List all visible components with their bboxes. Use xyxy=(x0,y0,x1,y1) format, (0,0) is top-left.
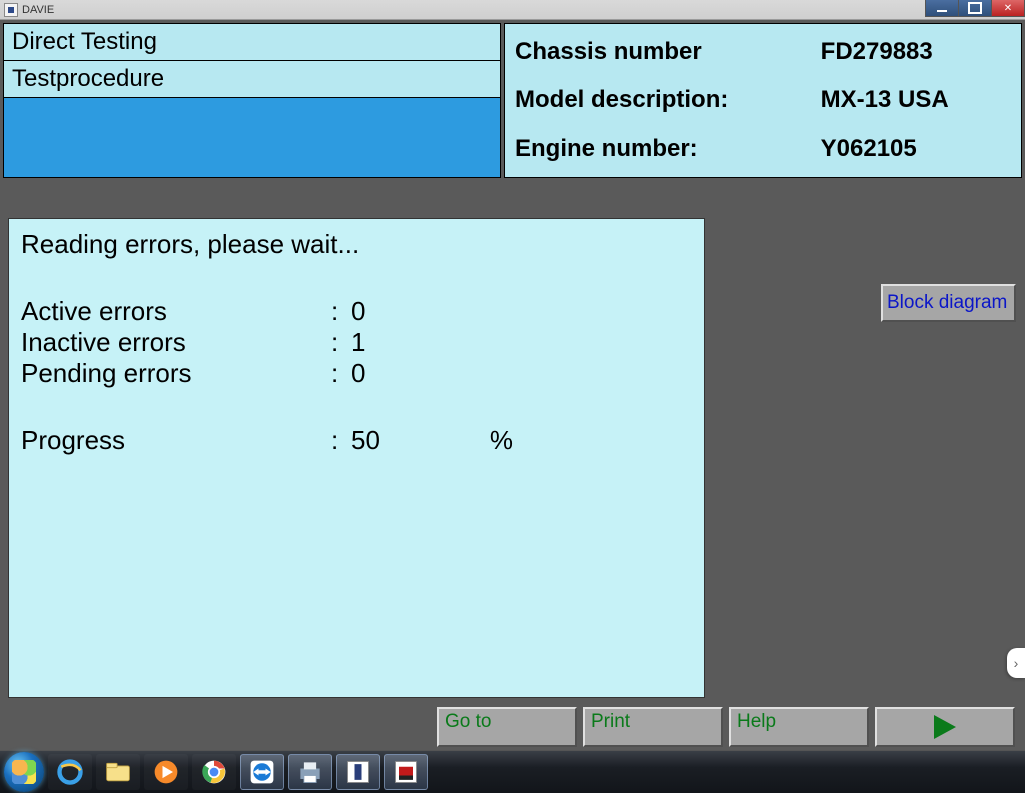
vehicle-info-panel: Chassis number FD279883 Model descriptio… xyxy=(504,23,1022,178)
block-diagram-button[interactable]: Block diagram xyxy=(881,284,1016,322)
window-maximize-button[interactable] xyxy=(958,0,992,17)
window-close-button[interactable] xyxy=(991,0,1025,17)
pending-errors-label: Pending errors xyxy=(21,358,331,389)
print-button[interactable]: Print xyxy=(583,707,723,747)
model-value: MX-13 USA xyxy=(821,86,1011,114)
start-button[interactable] xyxy=(4,752,44,792)
taskbar xyxy=(0,750,1025,793)
breadcrumb-current xyxy=(4,98,500,177)
window-title: DAVIE xyxy=(22,4,54,16)
active-errors-label: Active errors xyxy=(21,296,331,327)
progress-value: 50 xyxy=(351,425,380,456)
chevron-right-icon: › xyxy=(1014,655,1019,671)
app-icon xyxy=(4,3,18,17)
play-icon xyxy=(934,715,956,739)
window-minimize-button[interactable] xyxy=(925,0,959,17)
window-titlebar: DAVIE xyxy=(0,0,1025,20)
taskbar-explorer-icon[interactable] xyxy=(96,754,140,790)
breadcrumb-level-2: Testprocedure xyxy=(4,61,500,98)
taskbar-printer-icon[interactable] xyxy=(288,754,332,790)
taskbar-chrome-icon[interactable] xyxy=(192,754,236,790)
status-message: Reading errors, please wait... xyxy=(21,229,692,260)
breadcrumb-panel: Direct Testing Testprocedure xyxy=(3,23,501,178)
taskbar-truck-icon[interactable] xyxy=(384,754,428,790)
help-button[interactable]: Help xyxy=(729,707,869,747)
taskbar-media-player-icon[interactable] xyxy=(144,754,188,790)
status-panel: Reading errors, please wait... Active er… xyxy=(8,218,705,698)
expand-tab[interactable]: › xyxy=(1007,648,1025,678)
chassis-value: FD279883 xyxy=(821,38,1011,66)
goto-button[interactable]: Go to xyxy=(437,707,577,747)
engine-label: Engine number: xyxy=(515,135,791,163)
progress-label: Progress xyxy=(21,425,331,456)
inactive-errors-label: Inactive errors xyxy=(21,327,331,358)
chassis-label: Chassis number xyxy=(515,38,791,66)
active-errors-value: 0 xyxy=(351,296,365,327)
taskbar-davie-icon[interactable] xyxy=(336,754,380,790)
taskbar-ie-icon[interactable] xyxy=(48,754,92,790)
action-bar: Go to Print Help xyxy=(0,707,1025,750)
inactive-errors-value: 1 xyxy=(351,327,365,358)
pending-errors-value: 0 xyxy=(351,358,365,389)
continue-button[interactable] xyxy=(875,707,1015,747)
breadcrumb-level-1: Direct Testing xyxy=(4,24,500,61)
taskbar-teamviewer-icon[interactable] xyxy=(240,754,284,790)
model-label: Model description: xyxy=(515,86,791,114)
progress-unit: % xyxy=(490,425,513,456)
engine-value: Y062105 xyxy=(821,135,1011,163)
